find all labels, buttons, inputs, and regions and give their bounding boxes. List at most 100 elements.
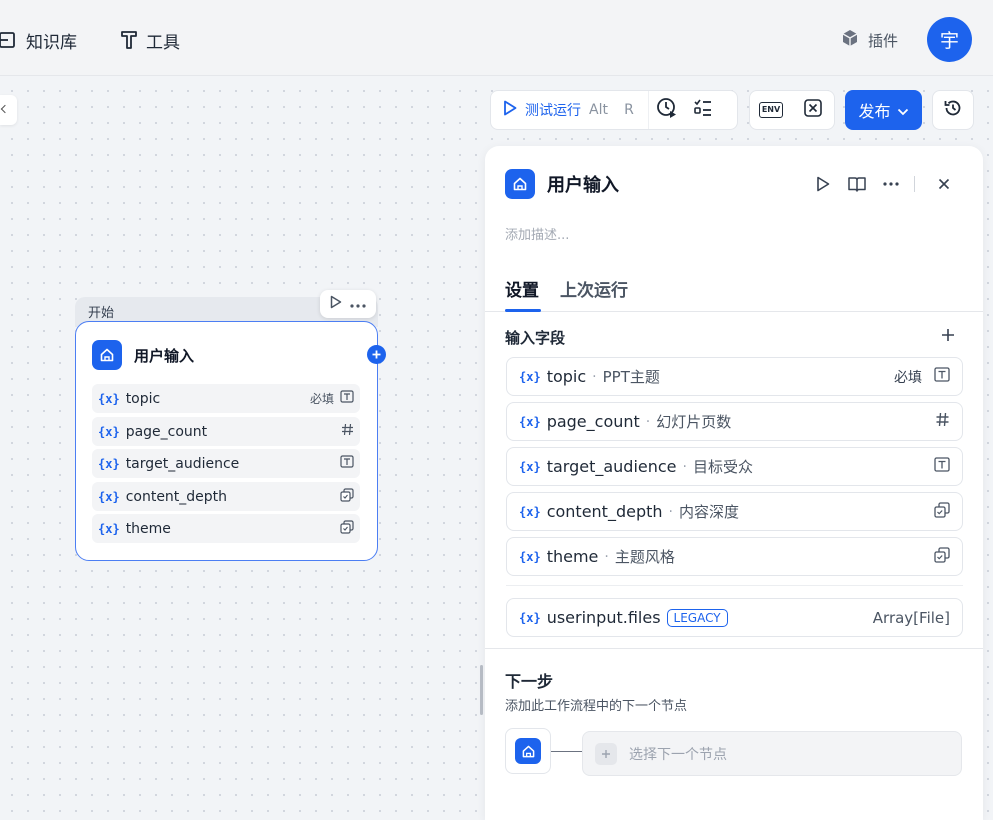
variable-icon: {x} — [519, 414, 541, 429]
env-button[interactable]: ENV — [753, 91, 789, 129]
run-toolbar: 测试运行 Alt R — [490, 90, 738, 130]
plugin-link[interactable]: 插件 — [840, 28, 898, 52]
add-next-node-handle[interactable] — [367, 345, 386, 364]
select-type-icon — [340, 519, 354, 538]
node-var-name: theme — [125, 520, 171, 537]
field-desc: PPT主题 — [602, 368, 660, 386]
variable-icon: {x} — [519, 369, 541, 384]
legacy-badge: LEGACY — [666, 608, 728, 627]
text-type-icon — [934, 457, 950, 476]
panel-run-button[interactable] — [806, 176, 840, 192]
node-run-icon[interactable] — [330, 295, 342, 313]
variable-icon: {x} — [519, 459, 541, 474]
text-type-icon — [340, 455, 354, 472]
node-var-row[interactable]: {x} topic 必填 — [92, 384, 360, 413]
next-step-desc: 添加此工作流程中的下一个节点 — [505, 699, 688, 714]
node-header-label: 开始 — [88, 306, 115, 321]
separator-dot: · — [682, 458, 687, 475]
panel-title[interactable]: 用户输入 — [547, 171, 619, 197]
header-divider — [914, 176, 915, 192]
select-next-node-button[interactable]: 选择下一个节点 — [582, 731, 962, 776]
variable-button[interactable] — [795, 91, 831, 129]
separator-dot: · — [668, 503, 673, 520]
select-type-icon — [934, 546, 950, 567]
variable-icon: {x} — [519, 549, 541, 564]
top-bar: 知识库 工具 插件 宇 — [0, 0, 993, 76]
checklist-button[interactable] — [685, 91, 721, 129]
select-type-icon — [340, 487, 354, 506]
publish-label: 发布 — [858, 102, 891, 121]
chevron-down-icon — [897, 101, 909, 120]
add-field-button[interactable] — [938, 327, 958, 347]
book-open-icon[interactable] — [840, 176, 874, 192]
variable-icon: {x} — [98, 456, 120, 471]
more-icon[interactable] — [874, 182, 908, 186]
section-divider — [485, 648, 983, 649]
version-history-button[interactable] — [932, 90, 974, 130]
shortcut-mod: Alt — [589, 102, 608, 118]
avatar[interactable]: 宇 — [927, 17, 972, 62]
run-history-button[interactable] — [649, 91, 685, 129]
field-name: theme — [546, 547, 599, 566]
panel-resize-handle[interactable] — [480, 665, 483, 715]
home-icon — [92, 340, 122, 370]
active-tab-indicator — [505, 309, 541, 312]
connector-line — [551, 751, 583, 752]
nav-knowledge-base-label: 知识库 — [26, 32, 77, 53]
tab-settings[interactable]: 设置 — [505, 276, 539, 301]
input-field-row[interactable]: {x} topic · PPT主题 必填 — [506, 357, 963, 396]
panel-header-actions — [806, 172, 961, 196]
plugin-label: 插件 — [868, 31, 899, 50]
text-type-icon — [340, 390, 354, 407]
input-field-row[interactable]: {x} page_count · 幻灯片页数 — [506, 402, 963, 441]
node-title-label: 用户输入 — [134, 346, 195, 365]
close-icon[interactable] — [927, 178, 961, 190]
home-icon — [515, 738, 541, 764]
text-type-icon — [934, 367, 950, 386]
current-node-chip — [505, 728, 551, 774]
test-run-label: 测试运行 — [525, 103, 581, 119]
variable-icon: {x} — [519, 504, 541, 519]
input-field-row[interactable]: {x} target_audience · 目标受众 — [506, 447, 963, 486]
cube-icon — [840, 28, 860, 52]
home-icon — [505, 169, 535, 199]
number-type-icon — [341, 423, 354, 440]
field-name: page_count — [546, 412, 640, 431]
node-var-row[interactable]: {x} target_audience — [92, 449, 360, 478]
next-step-title: 下一步 — [505, 672, 554, 691]
node-action-bar — [320, 290, 376, 318]
node-var-row[interactable]: {x} page_count — [92, 417, 360, 446]
input-fields-title: 输入字段 — [505, 329, 566, 347]
field-name: content_depth — [546, 502, 663, 521]
system-field-row[interactable]: {x} userinput.files LEGACY Array[File] — [506, 598, 963, 637]
variable-icon: {x} — [98, 521, 120, 536]
plus-icon — [941, 328, 955, 346]
node-more-icon[interactable] — [350, 296, 366, 312]
description-input[interactable]: 添加描述... — [505, 224, 569, 243]
history-icon — [943, 98, 963, 122]
checklist-icon — [694, 99, 712, 121]
env-icon: ENV — [758, 102, 784, 118]
env-toolbar: ENV — [749, 90, 835, 130]
node-var-row[interactable]: {x} content_depth — [92, 482, 360, 511]
node-var-name: target_audience — [125, 455, 240, 472]
shortcut-key: R — [624, 102, 634, 118]
variable-icon — [804, 99, 822, 121]
field-desc: 目标受众 — [692, 458, 753, 476]
tool-icon — [120, 30, 138, 50]
input-field-row[interactable]: {x} theme · 主题风格 — [506, 537, 963, 576]
node-var-row[interactable]: {x} theme — [92, 514, 360, 543]
test-run-button[interactable]: 测试运行 Alt R — [491, 91, 649, 129]
node-var-name: page_count — [125, 423, 208, 440]
nav-tools-label: 工具 — [146, 32, 180, 53]
input-field-row[interactable]: {x} content_depth · 内容深度 — [506, 492, 963, 531]
variable-icon: {x} — [519, 610, 541, 625]
nav-knowledge-base[interactable]: 知识库 — [0, 28, 77, 53]
field-name: target_audience — [546, 457, 677, 476]
tab-last-run[interactable]: 上次运行 — [560, 276, 628, 301]
publish-button[interactable]: 发布 — [845, 90, 922, 130]
system-field-divider — [506, 585, 963, 586]
node-var-name: topic — [125, 390, 161, 407]
nav-tools[interactable]: 工具 — [120, 28, 180, 53]
collapse-sidebar-button[interactable] — [0, 95, 17, 125]
